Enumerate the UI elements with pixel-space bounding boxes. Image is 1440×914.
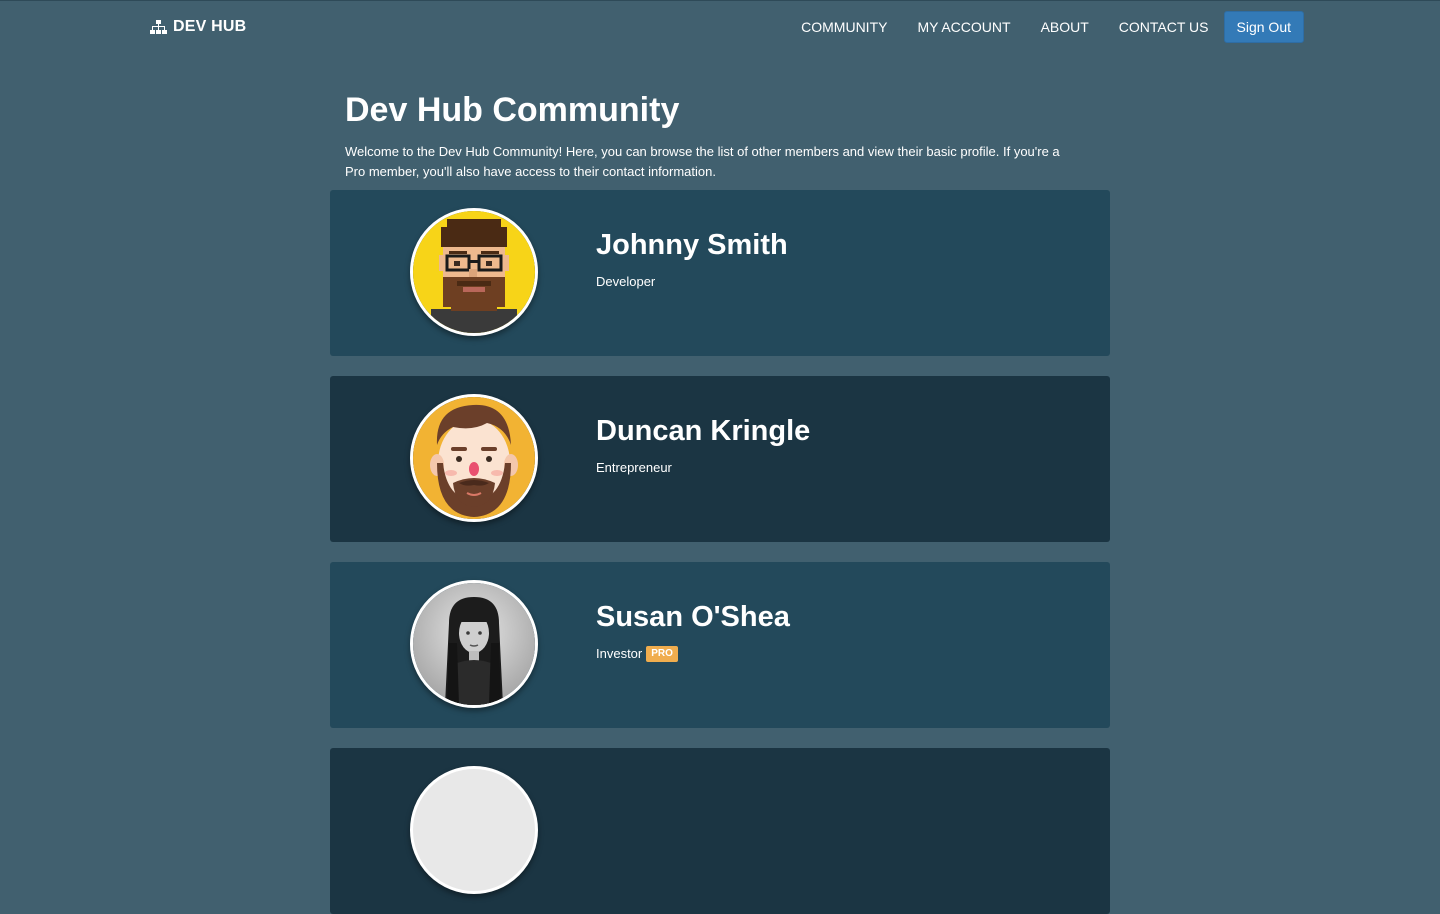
- member-role-label: Entrepreneur: [596, 460, 672, 475]
- page-title: Dev Hub Community: [345, 91, 680, 129]
- pixel-art-bearded-man-avatar: [410, 208, 538, 336]
- member-role: Developer: [596, 273, 655, 291]
- member-card[interactable]: Duncan Kringle Entrepreneur: [330, 376, 1110, 542]
- nav-links: COMMUNITY MY ACCOUNT ABOUT CONTACT US Si…: [786, 11, 1304, 43]
- nav-link-my-account[interactable]: MY ACCOUNT: [902, 11, 1025, 43]
- avatar-image: [413, 211, 535, 333]
- member-avatar: [410, 766, 538, 894]
- member-card[interactable]: Susan O'Shea Investor PRO: [330, 562, 1110, 728]
- nav-link-community[interactable]: COMMUNITY: [786, 11, 902, 43]
- member-name[interactable]: Johnny Smith: [596, 226, 788, 264]
- member-name[interactable]: Susan O'Shea: [596, 598, 790, 636]
- member-role: Investor PRO: [596, 645, 678, 663]
- avatar-image: [413, 583, 535, 705]
- member-role-label: Developer: [596, 274, 656, 289]
- nav-link-contact-us[interactable]: CONTACT US: [1104, 11, 1224, 43]
- page-intro: Welcome to the Dev Hub Community! Here, …: [345, 144, 1060, 179]
- pro-badge: PRO: [646, 646, 678, 662]
- grayscale-woman-photo-avatar: [410, 580, 538, 708]
- brand-link[interactable]: DEV HUB: [150, 15, 246, 39]
- member-card[interactable]: Johnny Smith Developer: [330, 190, 1110, 356]
- brand-name: DEV HUB: [173, 18, 247, 35]
- navbar: DEV HUB COMMUNITY MY ACCOUNT ABOUT CONTA…: [0, 0, 1440, 52]
- member-role: Entrepreneur: [596, 459, 672, 477]
- member-card[interactable]: [330, 748, 1110, 914]
- member-role-label: Investor: [596, 646, 643, 661]
- avatar-image: [413, 397, 535, 519]
- sign-out-button[interactable]: Sign Out: [1223, 11, 1304, 43]
- nav-link-about[interactable]: ABOUT: [1026, 11, 1104, 43]
- cartoon-bearded-man-avatar: [410, 394, 538, 522]
- member-name[interactable]: Duncan Kringle: [596, 412, 810, 450]
- sitemap-icon: [150, 19, 167, 35]
